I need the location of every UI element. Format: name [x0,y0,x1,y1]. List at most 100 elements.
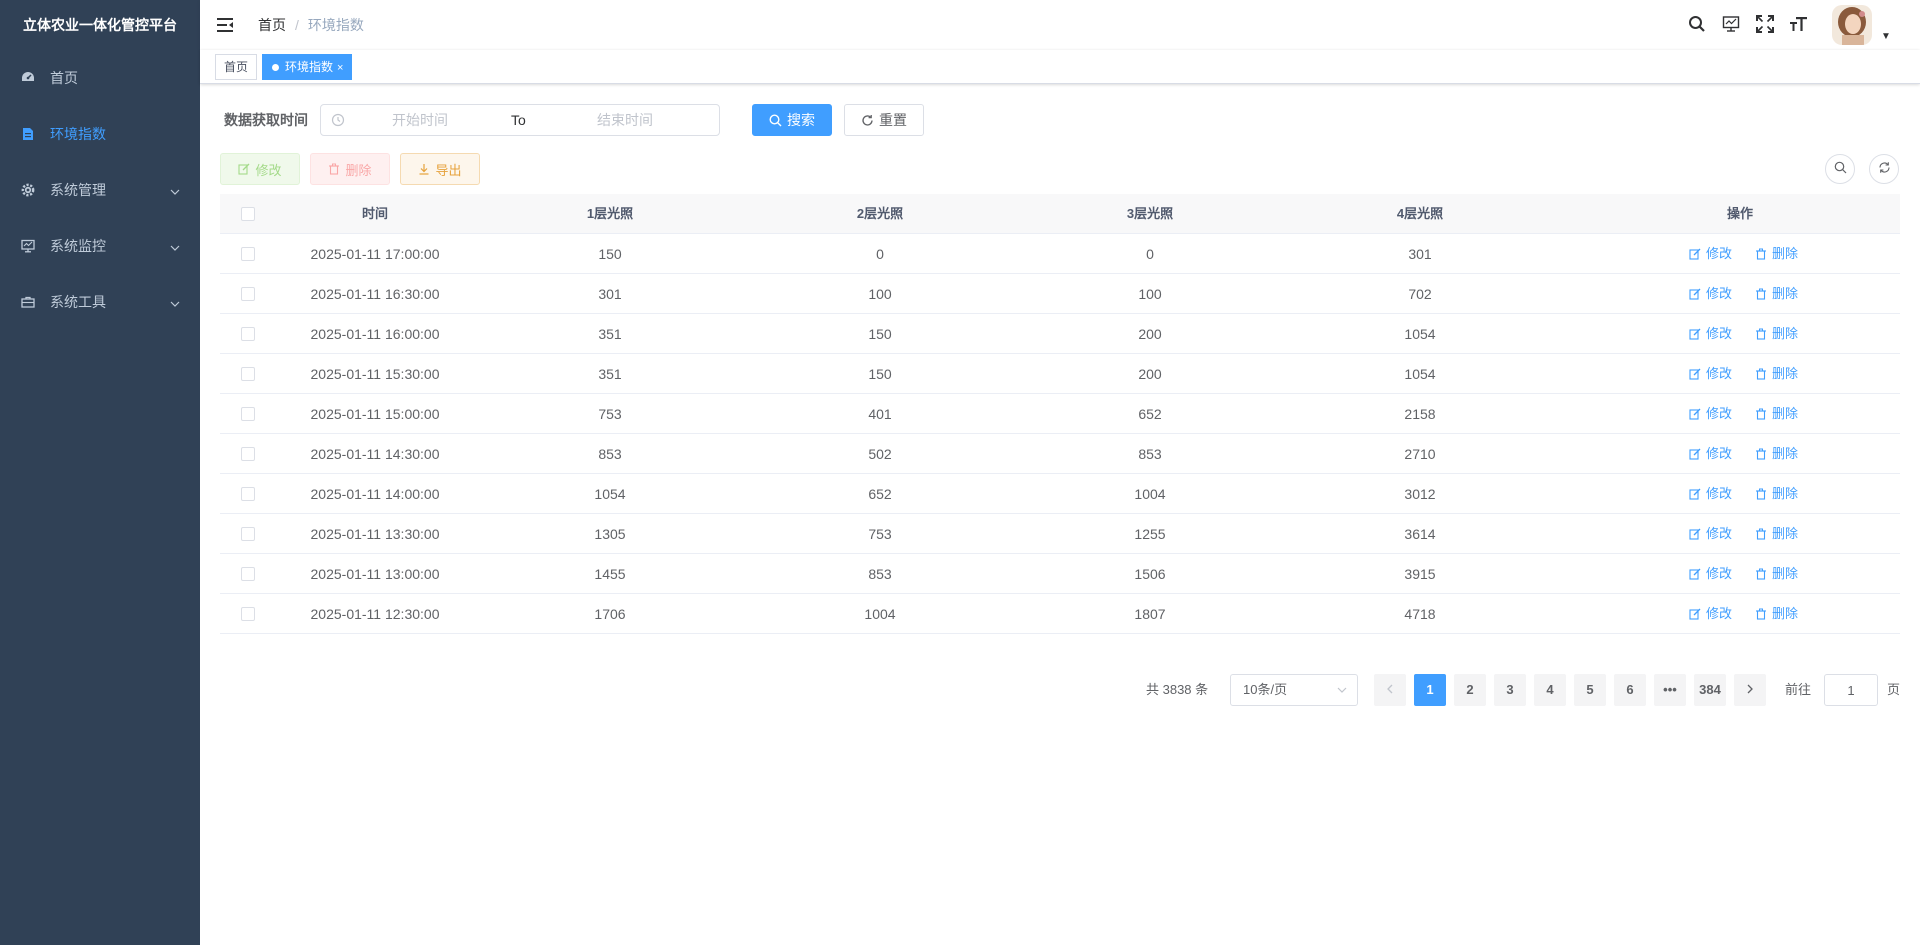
cell-time: 2025-01-11 16:30:00 [310,286,440,302]
end-time-input[interactable] [566,105,684,135]
row-edit-label: 修改 [1706,566,1733,581]
font-size-icon[interactable] [1789,14,1809,34]
refresh-button[interactable] [1869,154,1899,184]
row-edit-button[interactable]: 修改 [1689,474,1732,514]
row-checkbox[interactable] [241,487,255,501]
search-icon[interactable] [1687,14,1707,34]
breadcrumb-home[interactable]: 首页 [258,17,286,33]
delete-button-label: 删除 [345,162,372,178]
tag-home[interactable]: 首页 [215,54,258,80]
row-checkbox[interactable] [241,247,255,261]
edit-icon [238,163,250,175]
start-time-input[interactable] [361,105,479,135]
row-delete-button[interactable]: 删除 [1755,274,1798,314]
row-edit-label: 修改 [1706,486,1733,501]
page-size-select[interactable]: 10条/页 [1230,674,1358,706]
row-checkbox[interactable] [241,327,255,341]
hamburger-menu-icon[interactable] [216,16,234,34]
row-edit-button[interactable]: 修改 [1689,434,1732,474]
tag-environment[interactable]: 环境指数 × [262,54,353,80]
next-page-button[interactable] [1734,674,1766,706]
data-table: 时间 1层光照 2层光照 3层光照 4层光照 操作 2025-01-11 17:… [220,194,1900,634]
search-button-label: 搜索 [787,112,815,128]
page-button[interactable]: 1 [1414,674,1446,706]
monitor-chart-icon[interactable] [1721,14,1741,34]
row-checkbox[interactable] [241,287,255,301]
row-delete-button[interactable]: 删除 [1755,354,1798,394]
row-delete-button[interactable]: 删除 [1755,514,1798,554]
row-edit-button[interactable]: 修改 [1689,234,1732,274]
row-delete-button[interactable]: 删除 [1755,234,1798,274]
row-checkbox[interactable] [241,567,255,581]
prev-page-button[interactable] [1374,674,1406,706]
sidebar-item-environment[interactable]: 环境指数 [0,106,200,162]
gear-icon [20,182,36,198]
row-delete-button[interactable]: 删除 [1755,554,1798,594]
row-delete-button[interactable]: 删除 [1755,314,1798,354]
row-delete-label: 删除 [1772,366,1799,381]
page-button[interactable]: 6 [1614,674,1646,706]
page-button[interactable]: 384 [1694,674,1726,706]
row-checkbox[interactable] [241,407,255,421]
row-checkbox[interactable] [241,447,255,461]
row-delete-button[interactable]: 删除 [1755,434,1798,474]
page-button[interactable]: 3 [1494,674,1526,706]
page-button[interactable]: 4 [1534,674,1566,706]
select-all-checkbox[interactable] [241,207,255,221]
goto-page-input[interactable] [1824,674,1878,706]
row-delete-button[interactable]: 删除 [1755,394,1798,434]
edit-icon [1689,288,1701,300]
page-size-value: 10条/页 [1243,682,1288,697]
row-edit-button[interactable]: 修改 [1689,274,1732,314]
sidebar-item-system-monitor[interactable]: 系统监控 [0,218,200,274]
chevron-down-icon [170,184,180,200]
table-row: 2025-01-11 17:00:00 150 0 0 301 修改 删除 [220,234,1900,274]
avatar[interactable] [1832,5,1872,45]
date-range-picker[interactable]: To [320,104,720,136]
row-delete-button[interactable]: 删除 [1755,474,1798,514]
breadcrumb-separator: / [295,17,299,33]
chevron-right-icon [1747,684,1753,694]
app-title: 立体农业一体化管控平台 [23,17,177,33]
table-row: 2025-01-11 12:30:00 1706 1004 1807 4718 修改 删除 [220,594,1900,634]
cell-layer4: 2158 [1404,406,1436,422]
page-button[interactable]: 2 [1454,674,1486,706]
trash-icon [328,163,340,175]
page-ellipsis-button[interactable]: ••• [1654,674,1686,706]
sidebar-item-system-tools[interactable]: 系统工具 [0,274,200,330]
row-edit-button[interactable]: 修改 [1689,514,1732,554]
chevron-down-icon [1337,675,1347,716]
trash-icon [1756,368,1766,380]
export-button[interactable]: 导出 [400,153,480,185]
cell-layer3: 853 [1138,446,1162,462]
search-button[interactable]: 搜索 [752,104,832,136]
caret-down-icon[interactable]: ▼ [1881,31,1891,42]
sidebar-item-system-management[interactable]: 系统管理 [0,162,200,218]
tag-label: 首页 [224,60,249,74]
row-checkbox[interactable] [241,367,255,381]
row-edit-button[interactable]: 修改 [1689,354,1732,394]
reset-button[interactable]: 重置 [844,104,924,136]
delete-button[interactable]: 删除 [310,153,390,185]
cell-layer2: 853 [868,566,892,582]
sidebar-item-home[interactable]: 首页 [0,50,200,106]
row-delete-button[interactable]: 删除 [1755,594,1798,634]
clock-icon [331,113,345,127]
row-edit-button[interactable]: 修改 [1689,594,1732,634]
close-icon[interactable]: × [337,56,343,80]
trash-icon [1756,568,1766,580]
fullscreen-icon[interactable] [1755,14,1775,34]
row-delete-label: 删除 [1772,446,1799,461]
toggle-search-button[interactable] [1825,154,1855,184]
page-button[interactable]: 5 [1574,674,1606,706]
row-edit-button[interactable]: 修改 [1689,554,1732,594]
edit-button[interactable]: 修改 [220,153,300,185]
edit-icon [1689,248,1701,260]
row-edit-button[interactable]: 修改 [1689,314,1732,354]
row-checkbox[interactable] [241,607,255,621]
row-checkbox[interactable] [241,527,255,541]
cell-layer2: 1004 [864,606,896,622]
refresh-icon [1878,161,1891,177]
cell-layer4: 2710 [1404,446,1436,462]
row-edit-button[interactable]: 修改 [1689,394,1732,434]
